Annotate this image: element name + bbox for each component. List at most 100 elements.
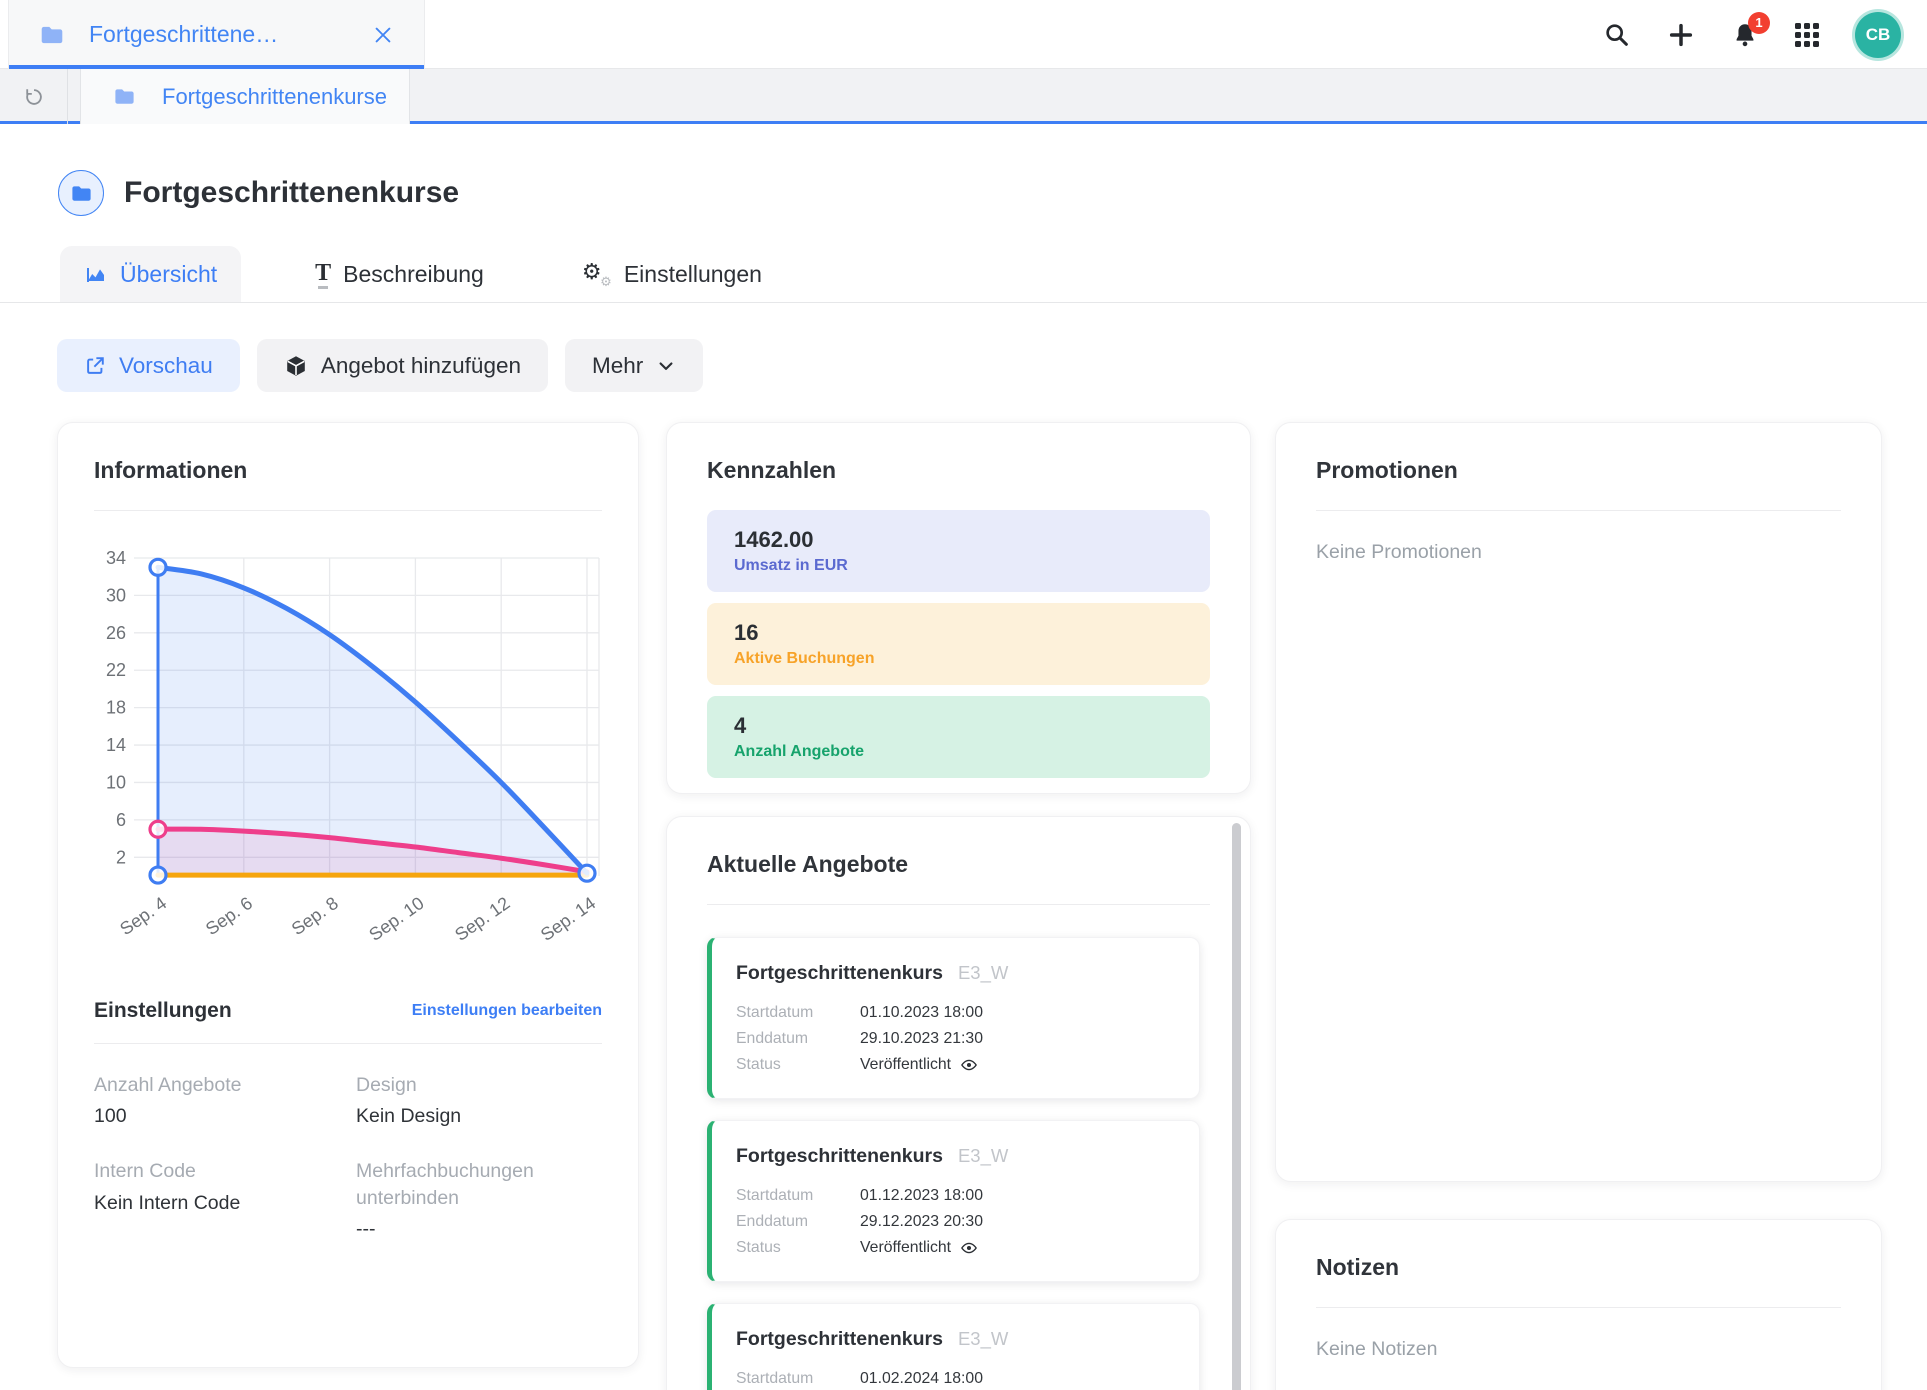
card-title: Kennzahlen (707, 457, 1210, 484)
offer-start-value: 01.12.2023 18:00 (860, 1183, 983, 1209)
divider (94, 510, 602, 511)
promotions-empty-text: Keine Promotionen (1316, 541, 1841, 564)
tab-label: Übersicht (120, 261, 217, 288)
topbar-actions: 1 CB (1603, 0, 1901, 69)
history-button[interactable] (0, 69, 68, 124)
offers-list: Fortgeschrittenenkurs E3_W Startdatum01.… (707, 937, 1200, 1390)
chevron-down-icon (656, 356, 676, 376)
field-intern-code: Intern Code Kein Intern Code (94, 1158, 340, 1241)
stat-label: Aktive Buchungen (734, 650, 1210, 668)
add-offer-button[interactable]: Angebot hinzufügen (257, 339, 548, 392)
card-title: Informationen (94, 457, 602, 484)
breadcrumb-item[interactable]: Fortgeschrittenenkurse (80, 69, 410, 124)
svg-text:Sep. 14: Sep. 14 (537, 893, 599, 945)
add-icon[interactable] (1667, 21, 1695, 49)
settings-fields: Anzahl Angebote 100 Design Kein Design I… (94, 1072, 602, 1241)
field-mehrfachbuchungen: Mehrfachbuchungen unterbinden --- (356, 1158, 602, 1241)
gears-icon: ⚙⚙ (582, 262, 612, 288)
svg-text:Sep. 8: Sep. 8 (288, 893, 342, 939)
offer-row-label: Startdatum (736, 1183, 860, 1209)
offer-title: Fortgeschrittenenkurs (736, 962, 943, 985)
tab-uebersicht[interactable]: Übersicht (60, 246, 241, 303)
topbar: Fortgeschrittene… 1 CB (0, 0, 1927, 69)
folder-icon (39, 22, 65, 48)
svg-text:22: 22 (106, 660, 126, 680)
apps-grid-icon[interactable] (1795, 23, 1819, 47)
svg-text:6: 6 (116, 810, 126, 830)
offer-start-value: 01.02.2024 18:00 (860, 1366, 983, 1390)
folder-icon (113, 85, 136, 108)
svg-text:Sep. 12: Sep. 12 (451, 893, 513, 945)
svg-text:10: 10 (106, 772, 126, 792)
stat-aktive-buchungen: 16 Aktive Buchungen (707, 603, 1210, 685)
browser-tab[interactable]: Fortgeschrittene… (8, 0, 425, 69)
offer-status-value: Veröffentlicht (860, 1235, 951, 1261)
page-header: Fortgeschrittenenkurse (58, 170, 459, 216)
offer-status-value: Veröffentlicht (860, 1052, 951, 1078)
breadcrumb-label: Fortgeschrittenenkurse (162, 84, 387, 110)
history-icon (23, 86, 45, 108)
field-label: Design (356, 1072, 602, 1098)
notifications-icon[interactable]: 1 (1731, 21, 1759, 49)
promotionen-card: Promotionen Keine Promotionen (1275, 422, 1882, 1182)
svg-text:Sep. 4: Sep. 4 (116, 893, 170, 939)
field-anzahl-angebote: Anzahl Angebote 100 (94, 1072, 340, 1128)
tab-einstellungen[interactable]: ⚙⚙ Einstellungen (558, 246, 786, 303)
search-icon[interactable] (1603, 21, 1631, 49)
offer-row-label: Startdatum (736, 1366, 860, 1390)
svg-text:Sep. 6: Sep. 6 (202, 893, 256, 939)
offer-row-label: Status (736, 1235, 860, 1261)
offer-row-label: Startdatum (736, 1000, 860, 1026)
offer-code: E3_W (958, 1328, 1008, 1350)
browser-tab-label: Fortgeschrittene… (89, 21, 278, 48)
edit-settings-link[interactable]: Einstellungen bearbeiten (412, 1002, 602, 1020)
tab-beschreibung[interactable]: T Beschreibung (291, 246, 508, 303)
tab-label: Einstellungen (624, 261, 762, 288)
preview-label: Vorschau (119, 353, 213, 379)
notes-empty-text: Keine Notizen (1316, 1338, 1841, 1361)
tabs-divider (0, 302, 1927, 303)
divider (1316, 510, 1841, 511)
field-label: Intern Code (94, 1158, 340, 1184)
offer-item[interactable]: Fortgeschrittenenkurs E3_W Startdatum01.… (707, 937, 1200, 1099)
offer-row-label: Enddatum (736, 1209, 860, 1235)
svg-text:Sep. 10: Sep. 10 (365, 893, 427, 945)
card-title: Aktuelle Angebote (707, 851, 1210, 878)
stat-label: Umsatz in EUR (734, 557, 1210, 575)
folder-badge (58, 170, 104, 216)
toolbar: Vorschau Angebot hinzufügen Mehr (57, 339, 703, 392)
offer-item[interactable]: Fortgeschrittenenkurs E3_W Startdatum01.… (707, 1120, 1200, 1282)
external-link-icon (84, 355, 106, 377)
divider (1316, 1307, 1841, 1308)
field-value: Kein Design (356, 1105, 602, 1128)
page-title: Fortgeschrittenenkurse (124, 176, 459, 210)
scrollbar[interactable] (1232, 823, 1241, 1390)
preview-button[interactable]: Vorschau (57, 339, 240, 392)
notification-badge: 1 (1748, 12, 1770, 34)
stat-value: 16 (734, 620, 1210, 646)
page-tabs: Übersicht T Beschreibung ⚙⚙ Einstellunge… (60, 246, 786, 303)
avatar[interactable]: CB (1855, 12, 1901, 58)
divider (707, 904, 1210, 905)
kennzahlen-card: Kennzahlen 1462.00 Umsatz in EUR 16 Akti… (666, 422, 1251, 794)
card-title: Promotionen (1316, 457, 1841, 484)
stat-label: Anzahl Angebote (734, 743, 1210, 761)
field-value: --- (356, 1218, 602, 1241)
settings-heading: Einstellungen (94, 999, 232, 1023)
field-value: Kein Intern Code (94, 1192, 340, 1215)
eye-icon (960, 1239, 978, 1257)
svg-text:2: 2 (116, 847, 126, 867)
offer-start-value: 01.10.2023 18:00 (860, 1000, 983, 1026)
area-chart-icon (84, 263, 108, 287)
more-button[interactable]: Mehr (565, 339, 703, 392)
svg-text:30: 30 (106, 585, 126, 605)
svg-text:18: 18 (106, 698, 126, 718)
close-icon[interactable] (372, 24, 394, 46)
add-offer-label: Angebot hinzufügen (321, 353, 521, 379)
breadcrumb-bar: Fortgeschrittenenkurse (0, 69, 1927, 124)
informationen-card: Informationen 2610141822263034Sep. 4Sep.… (57, 422, 639, 1368)
offer-item[interactable]: Fortgeschrittenenkurs E3_W Startdatum01.… (707, 1303, 1200, 1390)
tab-label: Beschreibung (343, 261, 484, 288)
offer-row-label: Status (736, 1052, 860, 1078)
field-label: Anzahl Angebote (94, 1072, 340, 1098)
